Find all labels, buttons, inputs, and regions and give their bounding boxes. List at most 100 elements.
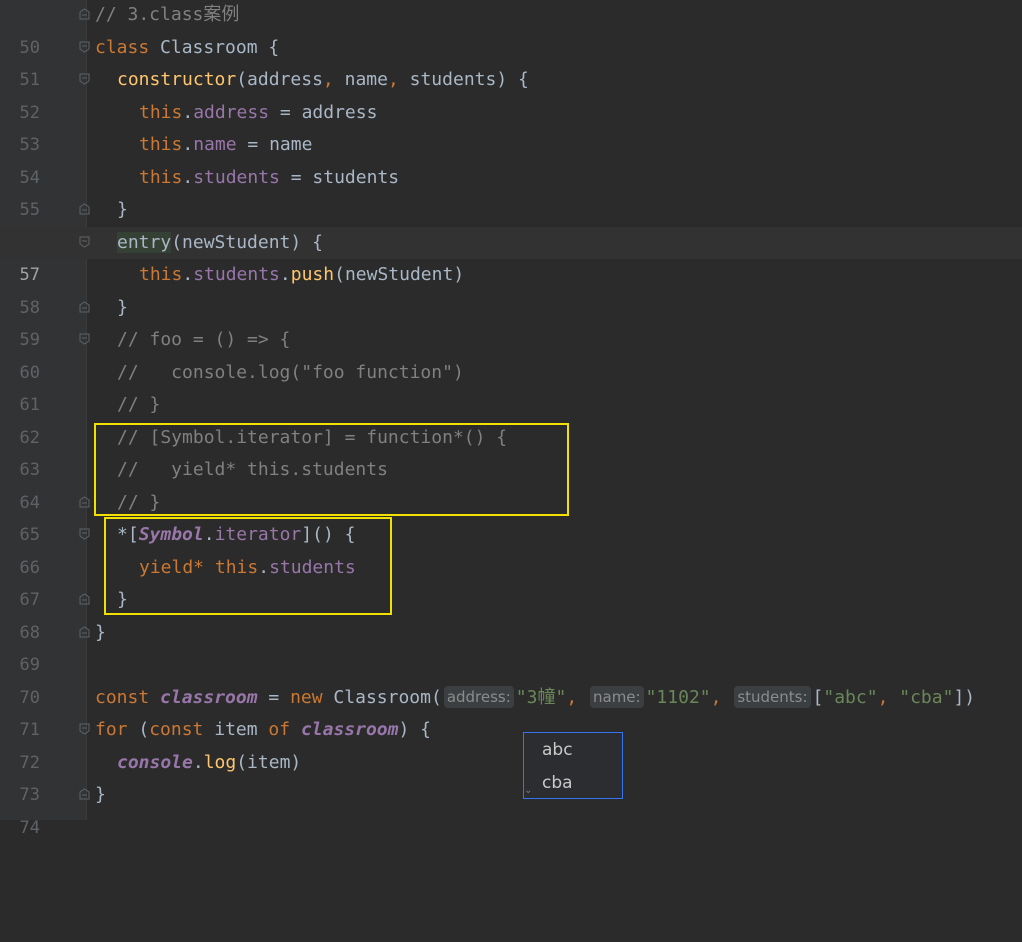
code-text: const [149, 719, 204, 740]
fold-collapse-icon[interactable] [79, 236, 90, 248]
fold-collapse-icon[interactable] [79, 41, 90, 53]
code-line[interactable]: 70 [0, 649, 1022, 708]
code-text: log [203, 751, 237, 773]
highlight-box-commented [94, 423, 569, 516]
code-line[interactable]: 60 // foo = () => { [0, 324, 1022, 383]
code-text: // } [117, 394, 161, 415]
code-text: new [290, 686, 323, 708]
fold-collapse-icon[interactable] [79, 495, 90, 508]
fold-collapse-icon[interactable] [79, 723, 90, 735]
code-text: , [566, 686, 588, 708]
code-text: } [95, 784, 106, 805]
highlight-box-iterator [104, 517, 392, 615]
code-text: Classroom( [322, 686, 442, 708]
fold-collapse-icon[interactable] [79, 73, 90, 85]
fold-collapse-icon[interactable] [79, 333, 90, 345]
code-text: . [182, 101, 194, 123]
code-text: , [877, 686, 900, 708]
code-text: constructor [117, 69, 237, 90]
code-text: , [387, 69, 399, 90]
code-text: ( [127, 719, 150, 740]
fold-collapse-icon[interactable] [79, 8, 90, 20]
code-text: , [710, 686, 733, 708]
code-text: . [182, 166, 194, 188]
code-line-current[interactable]: 57 entry(newStudent) { [0, 226, 1022, 285]
code-text: push [290, 264, 335, 285]
fold-collapse-icon[interactable] [79, 203, 90, 215]
code-text: } [117, 199, 128, 220]
parameter-hint-name: name: [590, 685, 644, 708]
code-text: = address [269, 101, 378, 123]
code-line[interactable]: 71 const classroom = new Classroom(addre… [0, 682, 1022, 740]
output-item[interactable]: cba [542, 767, 573, 799]
code-text: (address [236, 69, 323, 90]
code-text: , [322, 69, 334, 90]
code-text: . [279, 264, 291, 285]
fold-collapse-icon[interactable] [79, 788, 90, 800]
code-text: this [139, 166, 183, 188]
code-line[interactable]: 72 for (const item of classroom) { [0, 714, 1022, 773]
output-item[interactable]: abc [542, 734, 573, 766]
parameter-hint-address: address: [443, 685, 514, 708]
code-text: . [192, 751, 204, 773]
fold-collapse-icon[interactable] [79, 528, 90, 540]
line-number: 74 [19, 817, 40, 838]
code-text: students [193, 166, 280, 188]
output-popup[interactable]: abc cba ⌄ [523, 732, 623, 799]
code-text: entry [117, 231, 172, 253]
code-text: this [139, 264, 183, 285]
code-text: // foo = () => { [117, 329, 291, 350]
code-text: "3幢" [515, 686, 567, 708]
code-text: ]) [953, 686, 976, 708]
code-line[interactable]: 58 this.students.push(newStudent) [0, 259, 1022, 318]
code-text: name [333, 69, 388, 90]
code-line[interactable]: 55 this.students = students [0, 162, 1022, 221]
code-text: "abc" [823, 686, 878, 708]
code-line[interactable]: 52 constructor(address, name, students) … [0, 64, 1022, 123]
code-text: name [193, 134, 237, 155]
code-text: const [95, 686, 150, 708]
code-line[interactable]: 50 // 3.class案例 [0, 0, 1022, 58]
code-line[interactable]: 59 } [0, 292, 1022, 351]
fold-collapse-icon[interactable] [79, 593, 90, 605]
fold-collapse-icon[interactable] [79, 625, 90, 638]
code-text: } [117, 296, 128, 318]
code-line[interactable]: 53 this.address = address [0, 97, 1022, 156]
code-text: = students [279, 166, 400, 188]
code-text: (newStudent) { [171, 231, 323, 253]
code-text: classroom [290, 719, 399, 740]
code-text: students [193, 264, 280, 285]
code-line[interactable]: 73 console.log(item) [0, 747, 1022, 806]
code-text: (item) [236, 751, 302, 773]
code-text: this [139, 134, 183, 155]
code-text: . [182, 264, 194, 285]
parameter-hint-students: students: [734, 685, 811, 708]
code-text: classroom [149, 686, 258, 708]
code-line[interactable]: 61 // console.log("foo function") [0, 357, 1022, 416]
code-text: } [95, 621, 106, 643]
code-text: = name [236, 134, 313, 155]
code-text: // console.log("foo function") [117, 361, 464, 383]
code-text: item [203, 719, 269, 740]
code-text: class [95, 36, 150, 58]
code-line[interactable]: 74 } [0, 779, 1022, 838]
code-text: (newStudent) [334, 264, 465, 285]
code-text: "cba" [899, 686, 954, 708]
resize-icon: ⌄ [524, 785, 533, 796]
code-line[interactable]: 54 this.name = name [0, 129, 1022, 188]
code-text: students) { [398, 69, 529, 90]
code-text: of [268, 719, 291, 740]
code-text: console [117, 751, 193, 773]
code-text: this [139, 101, 183, 123]
code-text: . [182, 134, 194, 155]
code-text: = [257, 686, 291, 708]
code-text: ) { [398, 719, 431, 740]
code-line[interactable]: 56 } [0, 194, 1022, 253]
code-line[interactable]: 51 class Classroom { [0, 32, 1022, 91]
code-line[interactable]: 62 // } [0, 389, 1022, 448]
code-text: for [95, 719, 128, 740]
fold-collapse-icon[interactable] [79, 300, 90, 313]
code-text: address [193, 101, 270, 123]
code-text: // 3.class案例 [95, 4, 240, 25]
code-line[interactable]: 69 } [0, 617, 1022, 676]
